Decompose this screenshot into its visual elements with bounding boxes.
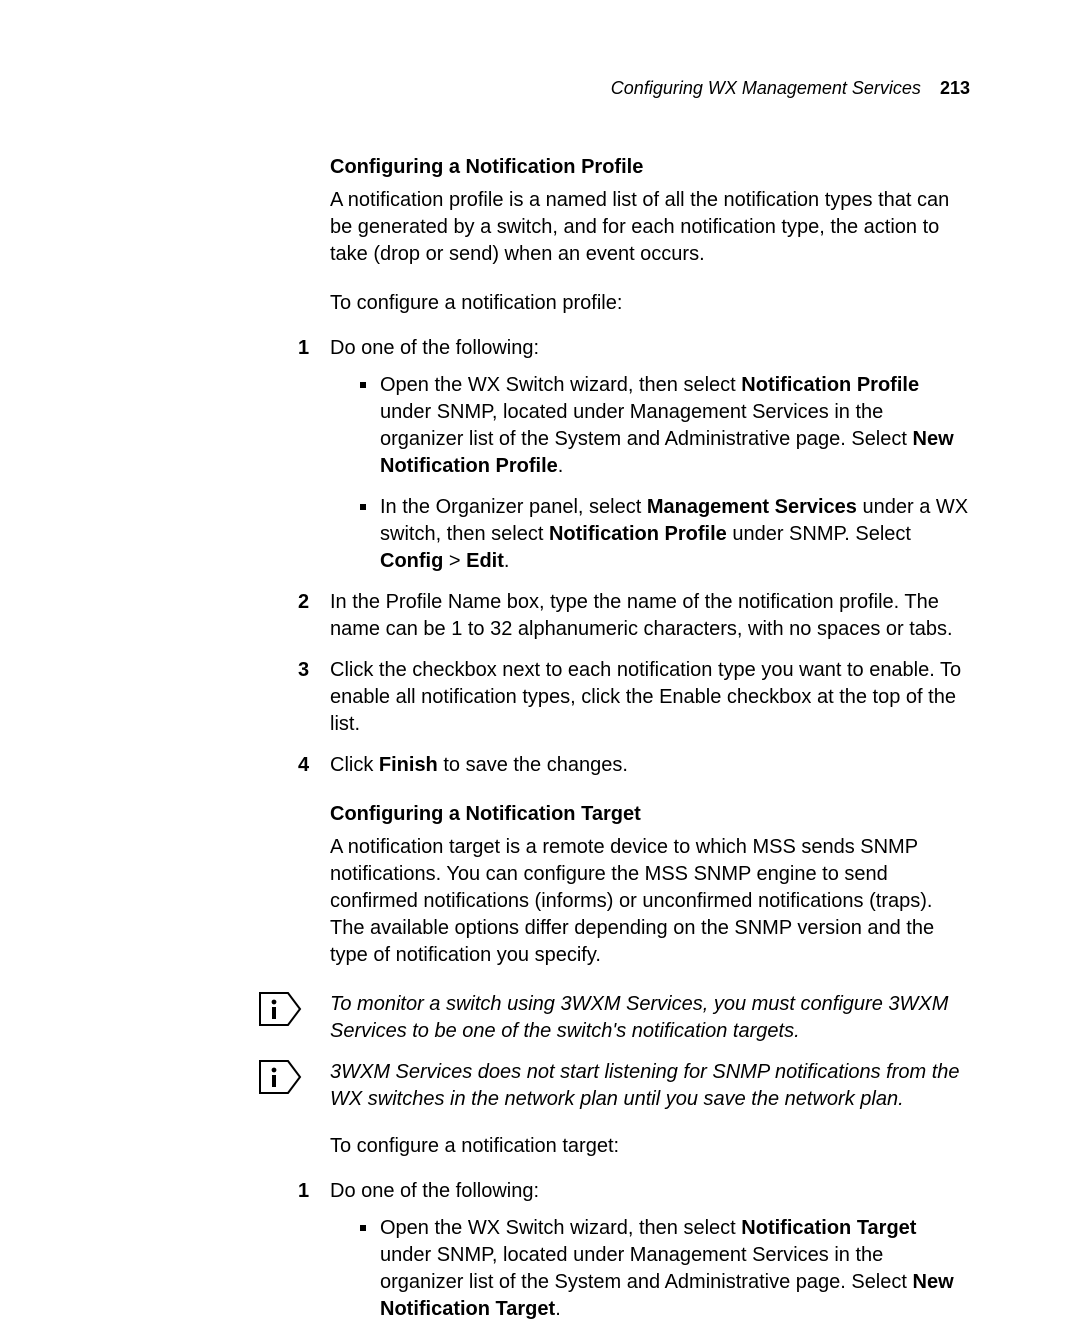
bold-config: Config [380,550,443,572]
step-number: 4 [298,752,309,779]
step1-bullets: Open the WX Switch wizard, then select N… [360,372,972,575]
note2-text: 3WXM Services does not start listening f… [330,1059,972,1113]
section1-lead: To configure a notification profile: [330,290,972,317]
step1-target: 1 Do one of the following: Open the WX S… [330,1178,972,1323]
note1-text: To monitor a switch using 3WXM Services,… [330,991,972,1045]
bold-edit: Edit [466,550,504,572]
header-title: Configuring WX Management Services [611,78,921,98]
info-icon [258,991,302,1035]
section1-intro: A notification profile is a named list o… [330,187,972,268]
page-number: 213 [940,78,970,98]
step4: 4 Click Finish to save the changes. [330,752,972,779]
bullet-open-wizard-profile: Open the WX Switch wizard, then select N… [360,372,972,480]
step-number: 3 [298,657,309,684]
step-number: 1 [298,335,309,362]
bold-notification-target: Notification Target [741,1217,916,1239]
info-icon [258,1059,302,1103]
step1: 1 Do one of the following: Open the WX S… [330,335,972,575]
section2-lead: To configure a notification target: [330,1133,972,1160]
step-number: 1 [298,1178,309,1205]
step3: 3 Click the checkbox next to each notifi… [330,657,972,738]
section1-steps: 1 Do one of the following: Open the WX S… [330,335,972,779]
step-number: 2 [298,589,309,616]
step3-text: Click the checkbox next to each notifica… [330,659,961,735]
bold-notification-profile: Notification Profile [741,374,919,396]
section-heading-target: Configuring a Notification Target [330,801,972,828]
step1-target-text: Do one of the following: [330,1180,539,1202]
bullet-open-wizard-target: Open the WX Switch wizard, then select N… [360,1215,972,1323]
bold-management-services: Management Services [647,496,857,518]
note-1: To monitor a switch using 3WXM Services,… [330,991,972,1045]
bold-finish: Finish [379,754,438,776]
step1-target-bullets: Open the WX Switch wizard, then select N… [360,1215,972,1323]
bullet-organizer-panel: In the Organizer panel, select Managemen… [360,494,972,575]
running-header: Configuring WX Management Services 213 [611,78,970,99]
step2: 2 In the Profile Name box, type the name… [330,589,972,643]
section2-intro: A notification target is a remote device… [330,834,972,969]
section-heading-profile: Configuring a Notification Profile [330,154,972,181]
step1-text: Do one of the following: [330,337,539,359]
page: Configuring WX Management Services 213 C… [0,0,1080,1296]
step2-text: In the Profile Name box, type the name o… [330,591,953,640]
note-2: 3WXM Services does not start listening f… [330,1059,972,1113]
main-content: Configuring a Notification Profile A not… [330,154,972,1323]
section2-steps: 1 Do one of the following: Open the WX S… [330,1178,972,1323]
bold-notification-profile-2: Notification Profile [549,523,727,545]
